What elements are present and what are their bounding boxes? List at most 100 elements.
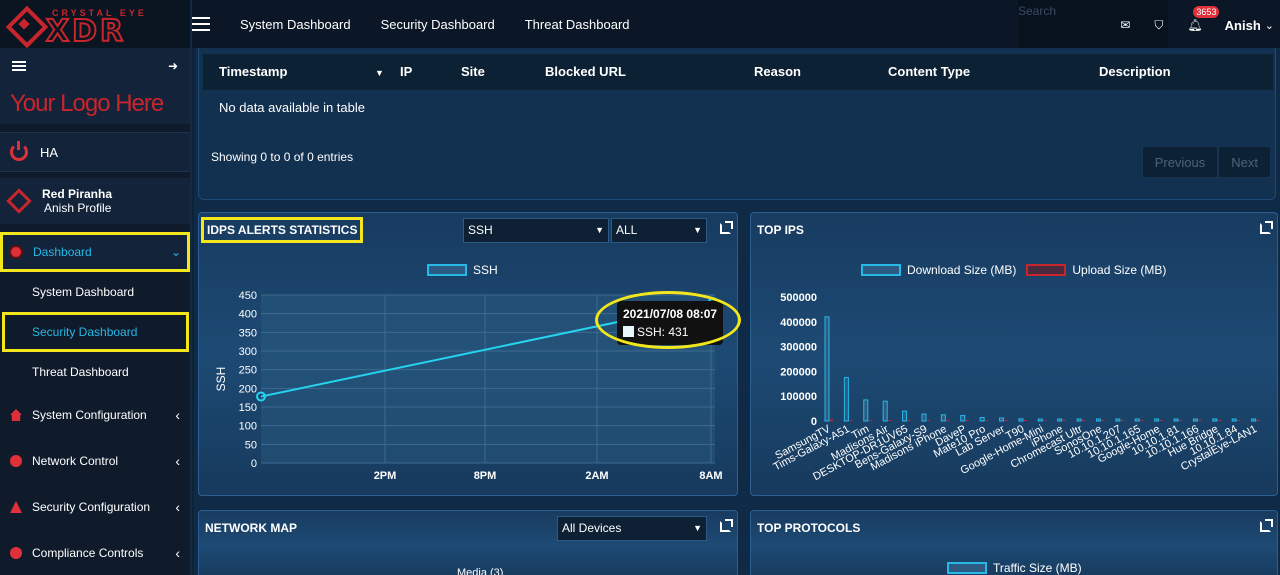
sidebar: CRYSTAL EYE XDR ➜ Your Logo Here HA Red … [0, 0, 192, 575]
profile-subtitle: Anish Profile [44, 201, 112, 215]
sidebar-item-dashboard[interactable]: Dashboard ⌄ [0, 232, 190, 272]
caret-down-icon: ▼ [595, 225, 604, 235]
profile-name: Red Piranha [42, 187, 113, 201]
sign-out-icon[interactable]: ➜ [168, 59, 178, 73]
protocol-select[interactable]: SSH ▼ [463, 218, 609, 243]
panel-title: IDPS ALERTS STATISTICS [201, 217, 364, 243]
y-tick-label: 500000 [780, 292, 817, 304]
x-tick-label: 8AM [699, 470, 722, 482]
topnav-system-dashboard[interactable]: System Dashboard [240, 17, 351, 32]
next-button[interactable]: Next [1218, 146, 1271, 178]
bar-download [940, 414, 946, 422]
external-link-icon[interactable] [720, 519, 733, 532]
top-ips-panel: TOP IPS 0 100000 200000 300000 400000 500000 S… [750, 212, 1278, 496]
column-header[interactable]: Site [461, 64, 485, 79]
chart-legend[interactable]: Download Size (MB) Upload Size (MB) [861, 263, 1166, 277]
dashboard-icon [9, 245, 23, 259]
y-tick-label: 400000 [780, 317, 817, 329]
top-ips-bar-chart: 0100000200000300000400000500000SamsungTV… [772, 292, 1260, 483]
legend-swatch [1026, 264, 1067, 276]
external-link-icon[interactable] [1260, 221, 1273, 234]
bar-upload [985, 420, 989, 421]
bar-upload [1004, 420, 1008, 421]
sidebar-subitem-security-dashboard[interactable]: Security Dashboard [2, 312, 189, 352]
chart-legend[interactable]: Traffic Size (MB) [947, 561, 1082, 575]
bar-download [960, 415, 966, 422]
sidebar-item-network-control[interactable]: Network Control ‹ [0, 438, 190, 484]
y-tick-label: 450 [239, 290, 257, 302]
custom-logo: Your Logo Here [0, 84, 190, 124]
sidebar-item-label: System Configuration [32, 408, 147, 422]
top-right-actions: ✉ ⛉ 🔔︎ 3653 Anish ⌄ [1096, 6, 1274, 34]
y-tick-label: 200 [239, 383, 257, 395]
shield-icon[interactable]: ⛉ [1154, 18, 1163, 33]
user-menu[interactable]: Anish [1225, 18, 1261, 33]
bar-upload [1082, 420, 1086, 421]
topnav-threat-dashboard[interactable]: Threat Dashboard [525, 17, 630, 32]
chart-legend[interactable]: SSH [427, 263, 498, 277]
ha-item[interactable]: HA [0, 132, 190, 172]
column-header[interactable]: Reason [754, 64, 801, 79]
column-header[interactable]: IP [400, 64, 412, 79]
external-link-icon[interactable] [720, 221, 733, 234]
bar-download [1192, 418, 1198, 422]
profile-item[interactable]: Red Piranha Anish Profile [0, 178, 190, 224]
envelope-icon[interactable]: ✉ [1120, 18, 1130, 32]
column-header[interactable]: Content Type [888, 64, 970, 79]
pagination: Previous Next [1141, 146, 1271, 178]
y-tick-label: 400 [239, 309, 257, 321]
sidebar-subitem-threat-dashboard[interactable]: Threat Dashboard [0, 352, 190, 392]
y-tick-label: 350 [239, 327, 257, 339]
bar-download [824, 316, 830, 422]
brand-logo[interactable]: CRYSTAL EYE XDR [0, 0, 190, 50]
x-tick-label: 2AM [585, 470, 608, 482]
sidebar-item-label: Dashboard [33, 245, 92, 259]
y-tick-label: 100 [239, 421, 257, 433]
bar-download [1076, 418, 1082, 422]
devices-select[interactable]: All Devices ▼ [557, 516, 707, 541]
bar-download [1173, 418, 1179, 422]
previous-button[interactable]: Previous [1141, 146, 1219, 178]
bar-upload [1140, 420, 1144, 421]
y-tick-label: 0 [251, 458, 257, 470]
idps-alerts-panel: IDPS ALERTS STATISTICS SSH ▼ ALL ▼ 0 50 100 1… [198, 212, 741, 496]
topnav-security-dashboard[interactable]: Security Dashboard [381, 17, 495, 32]
notification-badge: 3653 [1193, 6, 1220, 18]
sidebar-item-security-configuration[interactable]: Security Configuration ‹ [0, 484, 190, 530]
empty-table-message: No data available in table [219, 100, 365, 115]
notifications[interactable]: 🔔︎ 3653 [1187, 6, 1220, 34]
column-header[interactable]: Blocked URL [545, 64, 626, 79]
top-navbar: System Dashboard Security Dashboard Thre… [192, 0, 1280, 48]
blocked-urls-table: Timestamp ▼ IP Site Blocked URL Reason C… [198, 48, 1276, 200]
external-link-icon[interactable] [1260, 519, 1273, 532]
sidebar-item-system-configuration[interactable]: System Configuration ‹ [0, 392, 190, 438]
table-info: Showing 0 to 0 of 0 entries [211, 150, 354, 164]
y-tick-label: 50 [245, 439, 257, 451]
panel-header: TOP PROTOCOLS [751, 511, 1277, 545]
bar-download [1037, 418, 1043, 422]
y-tick-label: 300 [239, 346, 257, 358]
bar-upload [1217, 420, 1221, 421]
column-header[interactable]: Timestamp [219, 64, 287, 79]
menu-toggle-icon[interactable] [192, 17, 210, 31]
column-header[interactable]: Description [1099, 64, 1171, 79]
chevron-left-icon: ‹ [175, 545, 180, 561]
bar-upload [907, 420, 911, 421]
bar-download [1134, 418, 1140, 422]
panel-header: NETWORK MAP All Devices ▼ [199, 511, 737, 545]
sidebar-item-compliance-controls[interactable]: Compliance Controls ‹ [0, 530, 190, 575]
shield-icon [10, 501, 22, 513]
sort-desc-icon[interactable]: ▼ [375, 68, 384, 78]
scope-select[interactable]: ALL ▼ [611, 218, 707, 243]
chevron-down-icon: ⌄ [1264, 19, 1274, 32]
chevron-left-icon: ‹ [175, 407, 180, 423]
sidebar-item-label: Security Configuration [32, 500, 151, 514]
x-tick-label: 2PM [374, 470, 397, 482]
bar-upload [849, 420, 853, 421]
sidebar-subitem-system-dashboard[interactable]: System Dashboard [0, 272, 190, 312]
bar-download [999, 417, 1005, 422]
bar-upload [1120, 420, 1124, 421]
y-tick-label: 300000 [780, 342, 817, 354]
bar-download [882, 400, 888, 422]
sidebar-menu-icon[interactable] [12, 61, 26, 71]
